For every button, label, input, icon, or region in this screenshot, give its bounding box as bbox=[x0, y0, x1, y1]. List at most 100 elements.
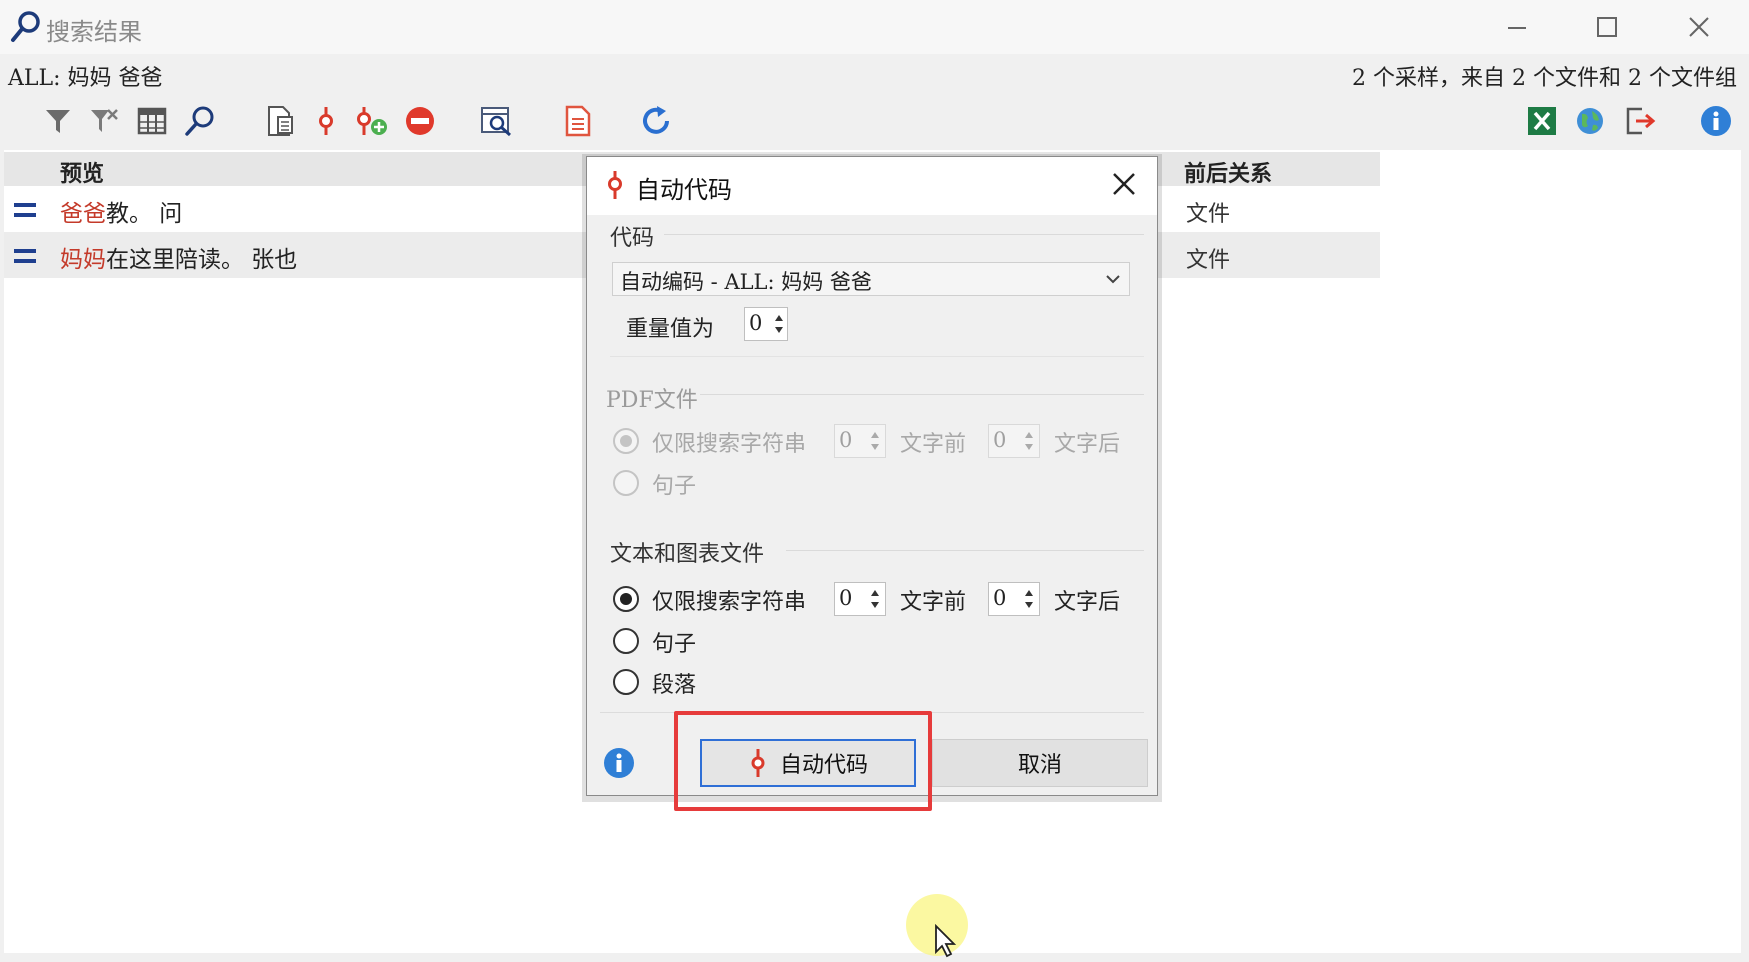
text-before-value: 0 bbox=[839, 586, 853, 610]
add-code-icon bbox=[357, 107, 387, 135]
section-pdf-label: PDF文件 bbox=[606, 388, 698, 413]
cancel-button-label: 取消 bbox=[1017, 753, 1062, 778]
spin-arrows-icon bbox=[1025, 590, 1033, 608]
minimize-button[interactable] bbox=[1492, 8, 1542, 46]
spin-arrows-icon bbox=[1025, 432, 1033, 450]
pdf-after-label: 文字后 bbox=[1054, 432, 1121, 457]
section-divider bbox=[786, 550, 1144, 551]
preview-rest: 在这里陪读。 张也 bbox=[106, 247, 298, 273]
mouse-pointer-icon bbox=[934, 923, 960, 958]
spin-arrows-icon bbox=[871, 432, 879, 450]
section-divider bbox=[664, 234, 1144, 235]
filter-button[interactable] bbox=[38, 100, 78, 142]
columns-icon bbox=[137, 107, 167, 135]
globe-icon bbox=[1577, 108, 1603, 134]
row-preview-text: 妈妈在这里陪读。 张也 bbox=[60, 240, 297, 274]
text-after-label: 文字后 bbox=[1054, 590, 1121, 615]
close-window-button[interactable] bbox=[1674, 8, 1724, 46]
document-preview-button[interactable] bbox=[260, 100, 300, 142]
remove-icon bbox=[406, 107, 434, 135]
magnifier-icon bbox=[10, 10, 42, 44]
search-query: ALL: 妈妈 爸爸 bbox=[8, 66, 163, 91]
dialog-title: 自动代码 bbox=[636, 176, 732, 204]
pdf-radio-sentence[interactable] bbox=[613, 470, 639, 496]
text-before-stepper[interactable]: 0 bbox=[834, 582, 886, 616]
text-radio-paragraph[interactable] bbox=[613, 669, 639, 695]
globe-button[interactable] bbox=[1570, 100, 1610, 142]
clear-filter-button[interactable] bbox=[84, 100, 124, 142]
text-option-sentence: 句子 bbox=[652, 632, 697, 657]
weight-value: 0 bbox=[749, 311, 763, 335]
pdf-after-value: 0 bbox=[993, 428, 1007, 452]
maximize-button[interactable] bbox=[1582, 8, 1632, 46]
row-context: 文件 bbox=[1186, 202, 1231, 227]
weight-label: 重量值为 bbox=[626, 317, 715, 342]
row-context: 文件 bbox=[1186, 248, 1231, 273]
pdf-option-sentence: 句子 bbox=[652, 474, 697, 499]
pdf-before-stepper[interactable]: 0 bbox=[834, 424, 886, 458]
equals-icon bbox=[14, 249, 36, 263]
code-icon bbox=[604, 170, 626, 200]
find-in-doc-icon bbox=[481, 107, 511, 137]
result-summary: 2 个采样，来自 2 个文件和 2 个文件组 bbox=[1352, 66, 1737, 91]
spin-arrows-icon bbox=[775, 315, 783, 333]
text-before-label: 文字前 bbox=[900, 590, 967, 615]
text-after-stepper[interactable]: 0 bbox=[988, 582, 1040, 616]
section-text-label: 文本和图表文件 bbox=[610, 542, 765, 567]
pdf-before-label: 文字前 bbox=[900, 432, 967, 457]
info-icon bbox=[1701, 106, 1731, 136]
text-after-value: 0 bbox=[993, 586, 1007, 610]
text-radio-sentence[interactable] bbox=[613, 628, 639, 654]
pdf-option-search-string: 仅限搜索字符串 bbox=[652, 432, 807, 457]
dialog-close-button[interactable] bbox=[1108, 168, 1140, 200]
preview-rest: 教。 问 bbox=[106, 201, 183, 227]
remove-button[interactable] bbox=[400, 100, 440, 142]
highlighted-term: 爸爸 bbox=[60, 201, 106, 227]
filter-icon bbox=[46, 110, 70, 133]
search-icon bbox=[185, 106, 214, 136]
pdf-before-value: 0 bbox=[839, 428, 853, 452]
document-preview-icon bbox=[268, 106, 293, 136]
code-icon bbox=[319, 107, 333, 135]
pdf-radio-search-string[interactable] bbox=[613, 428, 639, 454]
refresh-button[interactable] bbox=[636, 100, 676, 142]
text-option-paragraph: 段落 bbox=[652, 673, 697, 698]
section-divider bbox=[700, 394, 1144, 395]
weight-stepper[interactable]: 0 bbox=[744, 307, 788, 341]
spin-arrows-icon bbox=[871, 590, 879, 608]
columns-button[interactable] bbox=[132, 100, 172, 142]
text-radio-search-string[interactable] bbox=[613, 586, 639, 612]
maximize-icon bbox=[1597, 17, 1617, 37]
report-button[interactable] bbox=[558, 100, 598, 142]
excel-export-button[interactable] bbox=[1522, 100, 1562, 142]
window-title: 搜索结果 bbox=[46, 18, 142, 46]
refresh-icon bbox=[643, 106, 669, 134]
close-icon bbox=[1689, 17, 1709, 37]
highlighted-term: 妈妈 bbox=[60, 247, 106, 273]
info-button[interactable] bbox=[1696, 100, 1736, 142]
section-divider bbox=[610, 356, 1144, 357]
highlight-box bbox=[674, 711, 932, 811]
find-in-document-button[interactable] bbox=[478, 100, 518, 142]
window-titlebar bbox=[0, 0, 1749, 54]
pdf-after-stepper[interactable]: 0 bbox=[988, 424, 1040, 458]
close-icon bbox=[1113, 173, 1135, 195]
row-preview-text: 爸爸教。 问 bbox=[60, 194, 182, 228]
export-button[interactable] bbox=[1620, 100, 1660, 142]
info-icon[interactable] bbox=[602, 746, 636, 780]
excel-export-icon bbox=[1528, 107, 1556, 135]
column-header-preview[interactable]: 预览 bbox=[60, 156, 104, 188]
code-button[interactable] bbox=[306, 100, 346, 142]
add-code-button[interactable] bbox=[352, 100, 392, 142]
text-option-search-string: 仅限搜索字符串 bbox=[652, 590, 807, 615]
code-select-value: 自动编码 - ALL: 妈妈 爸爸 bbox=[620, 270, 872, 294]
section-code-label: 代码 bbox=[610, 226, 655, 251]
equals-icon bbox=[14, 203, 36, 217]
clear-filter-icon bbox=[91, 109, 118, 132]
export-icon bbox=[1626, 107, 1656, 135]
cancel-button[interactable]: 取消 bbox=[932, 739, 1148, 787]
minimize-icon bbox=[1508, 27, 1526, 29]
search-button[interactable] bbox=[180, 100, 220, 142]
chevron-down-icon bbox=[1104, 270, 1122, 288]
column-header-context[interactable]: 前后关系 bbox=[1184, 156, 1272, 188]
